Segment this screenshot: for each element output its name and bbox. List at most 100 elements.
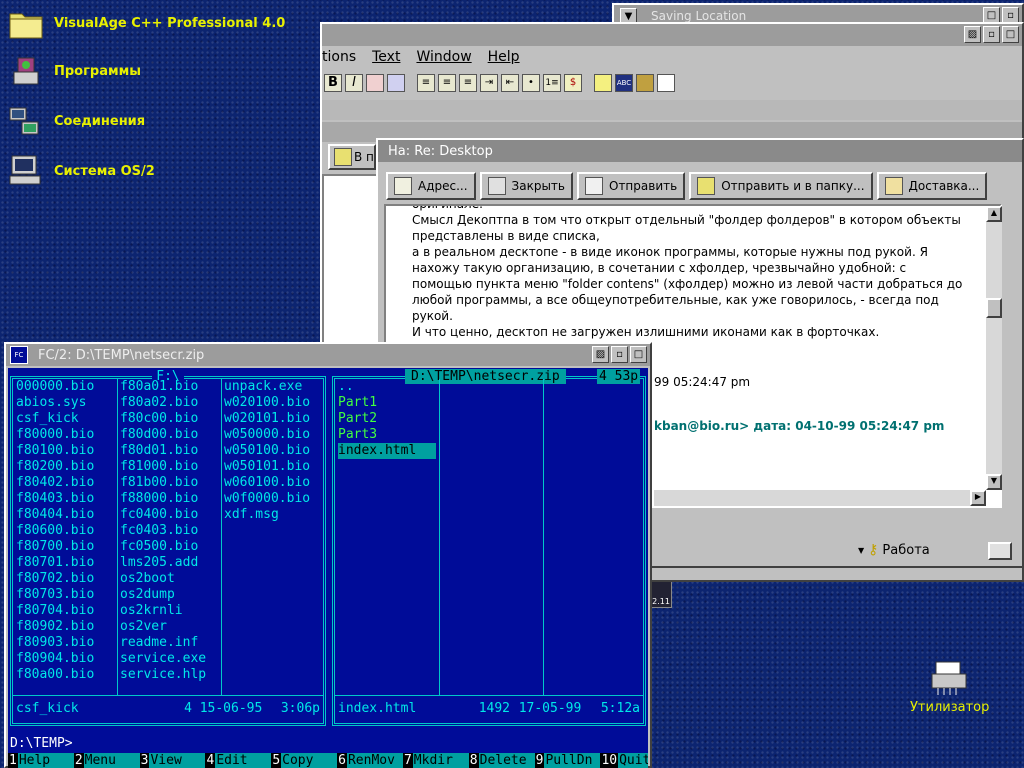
title-bar[interactable]: На: Re: Desktop bbox=[378, 140, 1022, 162]
scroll-thumb[interactable] bbox=[986, 298, 1002, 318]
horizontal-scrollbar[interactable]: ▶ bbox=[654, 490, 986, 506]
file-list-item[interactable]: abios.sys bbox=[16, 395, 94, 411]
pen-icon[interactable] bbox=[366, 74, 384, 92]
fkey-copy[interactable]: 5 Copy bbox=[271, 752, 338, 768]
fkey-pulldn[interactable]: 9 PullDn bbox=[534, 752, 601, 768]
command-prompt[interactable]: D:\TEMP> bbox=[10, 736, 73, 751]
file-list-item[interactable]: f80703.bio bbox=[16, 587, 94, 603]
file-list-item[interactable]: w060100.bio bbox=[224, 475, 310, 491]
abc-icon[interactable]: ABC bbox=[615, 74, 633, 92]
vertical-scrollbar[interactable]: ▲ ▼ bbox=[986, 206, 1002, 490]
fkey-menu[interactable]: 2 Menu bbox=[73, 752, 140, 768]
minimize-button[interactable]: ▫ bbox=[983, 26, 1000, 43]
file-list-item[interactable]: service.hlp bbox=[120, 667, 206, 683]
left-panel[interactable]: F:\ 000000.bio abios.sys csf_kick f80000.bi… bbox=[10, 369, 326, 726]
maximize-button[interactable]: □ bbox=[1002, 26, 1019, 43]
file-list-item[interactable]: f80700.bio bbox=[16, 539, 94, 555]
file-list-item[interactable]: f80902.bio bbox=[16, 619, 94, 635]
file-list-item[interactable]: os2dump bbox=[120, 587, 206, 603]
image-icon[interactable] bbox=[636, 74, 654, 92]
indent-icon[interactable]: ⇥ bbox=[480, 74, 498, 92]
scroll-right-button[interactable]: ▶ bbox=[970, 490, 986, 506]
outdent-icon[interactable]: ⇤ bbox=[501, 74, 519, 92]
file-list-item[interactable]: w020101.bio bbox=[224, 411, 310, 427]
chip-icon[interactable]: 2.11 bbox=[650, 578, 672, 608]
file-list-item[interactable]: w050100.bio bbox=[224, 443, 310, 459]
fkey-help[interactable]: 1 Help bbox=[8, 752, 74, 768]
file-list-item[interactable]: f80402.bio bbox=[16, 475, 94, 491]
file-list-item[interactable]: f80c00.bio bbox=[120, 411, 206, 427]
swap-icon[interactable] bbox=[387, 74, 405, 92]
keyboard-icon[interactable] bbox=[988, 542, 1012, 560]
file-list-item[interactable]: f88000.bio bbox=[120, 491, 206, 507]
file-list-item[interactable]: f81b00.bio bbox=[120, 475, 206, 491]
desktop-icon-os2-system[interactable]: Система OS/2 bbox=[8, 154, 155, 188]
file-list-item[interactable]: f80000.bio bbox=[16, 427, 94, 443]
file-list-item[interactable]: fc0500.bio bbox=[120, 539, 206, 555]
file-list-item[interactable]: f80100.bio bbox=[16, 443, 94, 459]
file-list-item[interactable]: f80704.bio bbox=[16, 603, 94, 619]
desktop-icon-programs[interactable]: Программы bbox=[8, 54, 141, 88]
maximize-button[interactable]: □ bbox=[630, 346, 647, 363]
file-list-item[interactable]: w0f0000.bio bbox=[224, 491, 310, 507]
file-list-item[interactable]: w050101.bio bbox=[224, 459, 310, 475]
file-list-item[interactable]: f80404.bio bbox=[16, 507, 94, 523]
desktop-icon-shredder[interactable]: Утилизатор bbox=[910, 660, 989, 715]
title-bar[interactable]: ▨ ▫ □ bbox=[322, 24, 1022, 46]
italic-icon[interactable]: I bbox=[345, 74, 363, 92]
file-list-item[interactable]: lms205.add bbox=[120, 555, 206, 571]
align-right-icon[interactable]: ≡ bbox=[459, 74, 477, 92]
hide-button[interactable]: ▨ bbox=[592, 346, 609, 363]
fkey-edit[interactable]: 4 Edit bbox=[205, 752, 272, 768]
file-list-item[interactable]: f80a00.bio bbox=[16, 667, 94, 683]
file-list-item[interactable]: f80200.bio bbox=[16, 459, 94, 475]
dropdown-arrow-icon[interactable]: ▼ bbox=[858, 546, 864, 555]
align-center-icon[interactable]: ≡ bbox=[438, 74, 456, 92]
desktop-icon-connections[interactable]: Соединения bbox=[8, 104, 145, 138]
file-list-item[interactable]: f80a01.bio bbox=[120, 379, 206, 395]
fc2-app-icon[interactable]: FC bbox=[10, 346, 28, 364]
file-list-item[interactable]: os2boot bbox=[120, 571, 206, 587]
numbered-list-icon[interactable]: 1≡ bbox=[543, 74, 561, 92]
align-left-icon[interactable]: ≡ bbox=[417, 74, 435, 92]
file-list-item[interactable]: f80403.bio bbox=[16, 491, 94, 507]
file-list-item[interactable]: 000000.bio bbox=[16, 379, 94, 395]
list-item[interactable]: Part3 bbox=[338, 427, 436, 443]
menu-item-window[interactable]: Window bbox=[416, 49, 471, 65]
scroll-down-button[interactable]: ▼ bbox=[986, 474, 1002, 490]
file-list-item[interactable]: f80d01.bio bbox=[120, 443, 206, 459]
menu-item-help[interactable]: Help bbox=[488, 49, 520, 65]
file-list-item[interactable]: f80a02.bio bbox=[120, 395, 206, 411]
bold-icon[interactable]: B bbox=[324, 74, 342, 92]
fkey-mkdir[interactable]: 7 Mkdir bbox=[402, 752, 469, 768]
fkey-quit[interactable]: 10 Quit bbox=[600, 752, 648, 768]
title-bar[interactable]: FC FC/2: D:\TEMP\netsecr.zip ▨ ▫ □ bbox=[6, 344, 650, 366]
file-list-item[interactable]: csf_kick bbox=[16, 411, 94, 427]
list-item[interactable]: Part2 bbox=[338, 411, 436, 427]
scroll-up-button[interactable]: ▲ bbox=[986, 206, 1002, 222]
list-item[interactable]: Part1 bbox=[338, 395, 436, 411]
file-list-item[interactable]: f80701.bio bbox=[16, 555, 94, 571]
fkey-renmov[interactable]: 6 RenMov bbox=[337, 752, 403, 768]
address-button[interactable]: Адрес... bbox=[386, 172, 476, 200]
menu-item-text[interactable]: Text bbox=[372, 49, 400, 65]
send-and-file-button[interactable]: Отправить и в папку... bbox=[689, 172, 873, 200]
desktop-icon-visualage[interactable]: VisualAge C++ Professional 4.0 bbox=[8, 6, 285, 40]
file-list-item[interactable]: xdf.msg bbox=[224, 507, 310, 523]
list-item-selected[interactable]: index.html bbox=[338, 443, 436, 459]
delivery-button[interactable]: Доставка... bbox=[876, 172, 988, 200]
file-list-item[interactable]: os2ver bbox=[120, 619, 206, 635]
file-list-item[interactable]: w020100.bio bbox=[224, 395, 310, 411]
send-to-folder-button[interactable]: В п bbox=[328, 144, 376, 170]
bullet-list-icon[interactable]: • bbox=[522, 74, 540, 92]
file-list-item[interactable]: f80600.bio bbox=[16, 523, 94, 539]
file-list-item[interactable]: os2krnli bbox=[120, 603, 206, 619]
file-list-item[interactable]: unpack.exe bbox=[224, 379, 310, 395]
file-list-item[interactable]: fc0400.bio bbox=[120, 507, 206, 523]
file-list-item[interactable]: f80d00.bio bbox=[120, 427, 206, 443]
file-list-item[interactable]: service.exe bbox=[120, 651, 206, 667]
file-list-item[interactable]: w050000.bio bbox=[224, 427, 310, 443]
brush-icon[interactable] bbox=[594, 74, 612, 92]
file-list-item[interactable]: f81000.bio bbox=[120, 459, 206, 475]
file-list-item[interactable]: f80903.bio bbox=[16, 635, 94, 651]
